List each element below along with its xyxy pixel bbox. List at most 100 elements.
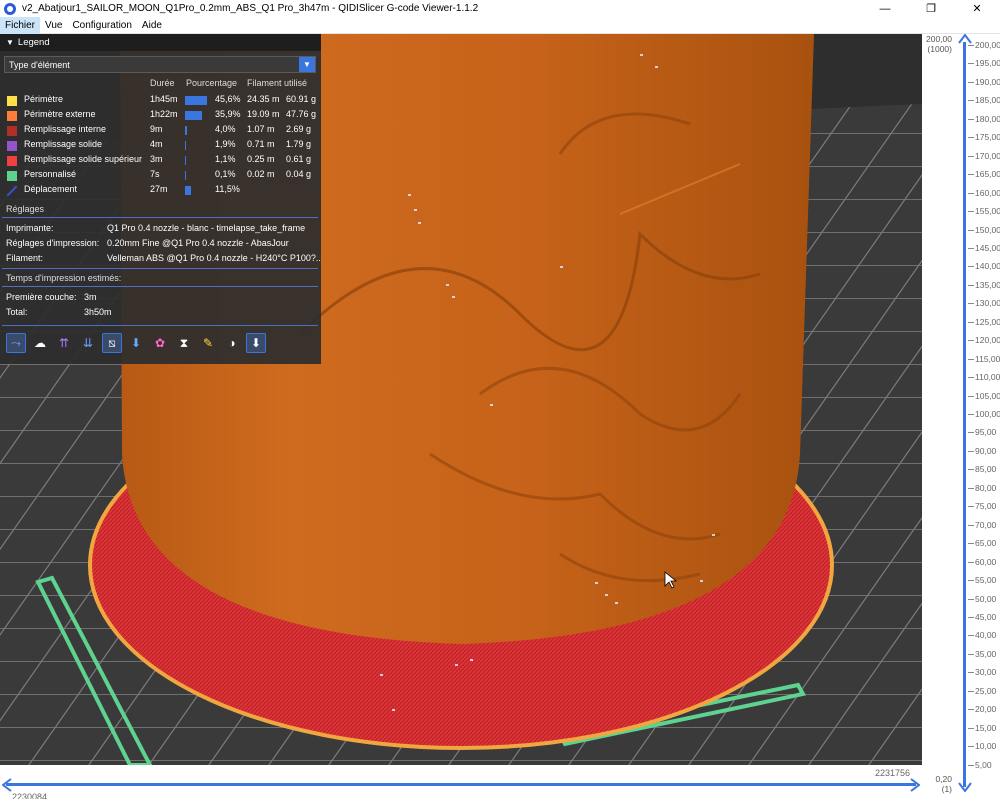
layer-top-height: 200,00 (1000) [922, 34, 952, 54]
close-button[interactable]: ✕ [954, 0, 1000, 17]
maximize-button[interactable]: ❐ [908, 0, 954, 17]
layer-tick [968, 432, 974, 434]
layer-tick [968, 690, 974, 692]
print-settings-row: Réglages d'impression: 0.20mm Fine @Q1 P… [6, 238, 320, 251]
feature-name: Remplissage solide [24, 139, 103, 149]
lower-thumb-icon[interactable] [958, 782, 972, 792]
wipe-toggle-icon[interactable]: ☁ [30, 333, 50, 353]
layer-tick-label: 55,00 [975, 575, 997, 586]
layer-tick-label: 40,00 [975, 630, 997, 641]
feature-name: Remplissage solide supérieur [24, 154, 143, 164]
center-of-gravity-toggle-icon[interactable]: ◑ [222, 333, 242, 353]
layer-tick [968, 211, 974, 213]
layer-slider[interactable]: 200,00 (1000) 200,00 195,00 190,00 185,00 18… [922, 34, 1000, 799]
layer-tick [968, 506, 974, 508]
printer-row: Imprimante: Q1 Pro 0.4 nozzle - blanc - … [6, 223, 320, 236]
feature-time: 9m [150, 124, 163, 134]
layer-tick [968, 727, 974, 729]
layer-tick-label: 120,00 [975, 335, 1000, 346]
layer-tick-label: 60,00 [975, 556, 997, 567]
legend-header[interactable]: ▼ Legend [0, 34, 321, 51]
layer-tick [968, 266, 974, 268]
menu-file[interactable]: Fichier [0, 16, 41, 34]
feature-row[interactable]: Périmètre externe 1h22m 35,9% 19.09 m 47.76 … [0, 108, 321, 123]
view-type-dropdown[interactable]: Type d'élément ▼ [4, 56, 316, 73]
feature-weight: 47.76 g [286, 109, 317, 119]
feature-percent: 4,0% [215, 124, 236, 134]
menu-configuration[interactable]: Configuration [67, 17, 136, 34]
custom-gcode-toggle-icon[interactable]: ✎ [198, 333, 218, 353]
feature-time: 1h22m [150, 109, 178, 119]
bottom-layer-number: (1) [941, 784, 952, 794]
total-time-row: Total: 3h50m [6, 307, 320, 320]
layer-tick [968, 709, 974, 711]
window-title: v2_Abatjour1_SAILOR_MOON_Q1Pro_0.2mm_ABS… [22, 3, 479, 14]
pause-toggle-icon[interactable]: ⧗ [174, 333, 194, 353]
layer-tick [968, 100, 974, 102]
shells-toggle-icon[interactable]: ⬇ [246, 333, 266, 353]
filament-label: Filament: [6, 253, 44, 263]
left-thumb-icon[interactable] [2, 778, 12, 792]
layer-tick [968, 284, 974, 286]
layer-tick [968, 303, 974, 305]
feature-row[interactable]: Remplissage interne 9m 4,0% 1.07 m 2.69 g [0, 123, 321, 138]
feature-row[interactable]: Personnalisé 7s 0,1% 0.02 m 0.04 g [0, 168, 321, 183]
deretraction-toggle-icon[interactable]: ⇊ [78, 333, 98, 353]
layer-tick [968, 524, 974, 526]
feature-percent-bar [185, 126, 187, 135]
title-bar: v2_Abatjour1_SAILOR_MOON_Q1Pro_0.2mm_ABS… [0, 0, 1000, 17]
color-change-toggle-icon[interactable]: ✿ [150, 333, 170, 353]
layer-tick-label: 85,00 [975, 464, 997, 475]
chevron-down-icon[interactable]: ▼ [299, 57, 315, 72]
printer-label: Imprimante: [6, 223, 54, 233]
feature-row[interactable]: Périmètre 1h45m 45,6% 24.35 m 60.91 g [0, 93, 321, 108]
layer-tick [968, 174, 974, 176]
feature-percent-bar [185, 96, 207, 105]
menu-view[interactable]: Vue [40, 17, 67, 34]
feature-percent: 45,6% [215, 94, 241, 104]
feature-length: 0.71 m [247, 139, 275, 149]
feature-name: Périmètre externe [24, 109, 96, 119]
right-thumb-icon[interactable] [910, 778, 920, 792]
separator [2, 325, 318, 326]
layer-tick-label: 105,00 [975, 390, 1000, 401]
layer-tick-label: 135,00 [975, 279, 1000, 290]
feature-row[interactable]: Remplissage solide supérieur 3m 1,1% 0.25 m… [0, 153, 321, 168]
menu-help[interactable]: Aide [137, 17, 167, 34]
retraction-toggle-icon[interactable]: ⇈ [54, 333, 74, 353]
layer-tick [968, 561, 974, 563]
top-layer-number: (1000) [927, 44, 952, 54]
layer-tick-label: 160,00 [975, 187, 1000, 198]
feature-percent: 0,1% [215, 169, 236, 179]
layer-tick [968, 229, 974, 231]
layer-slider-track[interactable] [963, 42, 966, 787]
filament-value: Velleman ABS @Q1 Pro 0.4 nozzle - H240°C… [107, 253, 321, 263]
layer-tick-label: 140,00 [975, 261, 1000, 272]
feature-percent-bar [185, 171, 186, 180]
feature-length: 19.09 m [247, 109, 280, 119]
seams-toggle-icon[interactable]: ⧅ [102, 333, 122, 353]
feature-percent: 1,9% [215, 139, 236, 149]
feature-time: 27m [150, 184, 168, 194]
feature-name: Remplissage interne [24, 124, 107, 134]
moves-start-value: 2230084 [12, 792, 48, 799]
moves-slider[interactable]: 2231756 2230084 [0, 765, 922, 799]
printer-value: Q1 Pro 0.4 nozzle - blanc - timelapse_ta… [107, 223, 306, 233]
layer-tick-label: 50,00 [975, 593, 997, 604]
layer-tick-label: 165,00 [975, 169, 1000, 180]
moves-slider-track[interactable] [6, 783, 916, 786]
layer-tick [968, 395, 974, 397]
collapse-triangle-icon[interactable]: ▼ [6, 38, 14, 47]
layer-tick [968, 543, 974, 545]
feature-row[interactable]: Remplissage solide 4m 1,9% 0.71 m 1.79 g [0, 138, 321, 153]
minimize-button[interactable]: — [862, 0, 908, 17]
layer-tick [968, 764, 974, 766]
layer-tick [968, 450, 974, 452]
travel-toggle-icon[interactable]: ⤳ [6, 333, 26, 353]
feature-time: 7s [150, 169, 160, 179]
tool-change-toggle-icon[interactable]: ⬇ [126, 333, 146, 353]
feature-row[interactable]: Déplacement 27m 11,5% [0, 183, 321, 198]
total-time-value: 3h50m [84, 307, 112, 317]
upper-thumb-icon[interactable] [958, 34, 972, 44]
layer-tick-label: 95,00 [975, 427, 997, 438]
